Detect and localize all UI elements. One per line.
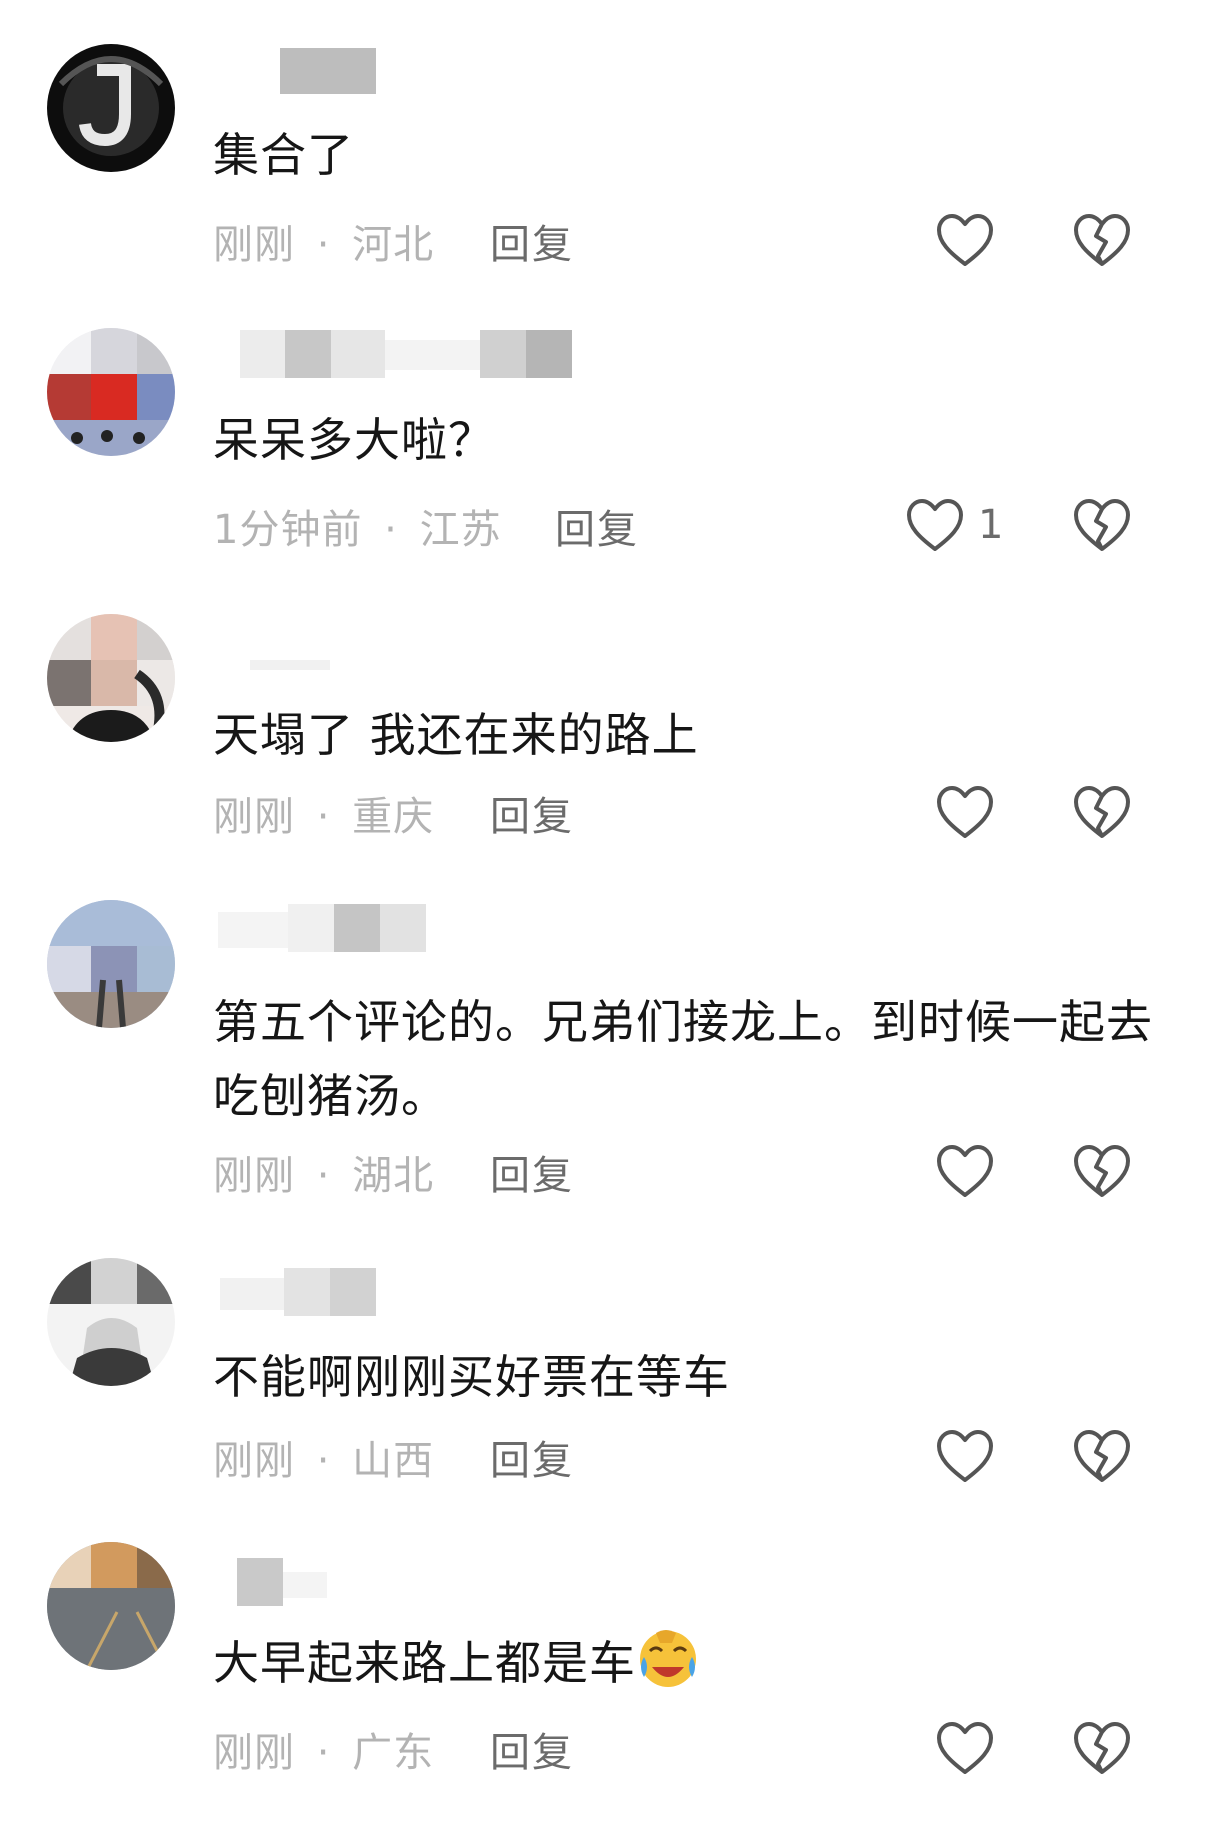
comment-time: 刚刚 <box>213 1730 295 1776</box>
comment-meta: 刚刚 · 山西 <box>213 1428 434 1486</box>
dislike-button[interactable] <box>1072 784 1132 840</box>
reply-button[interactable]: 回复 <box>490 1143 574 1201</box>
comment-text: 集合了 <box>213 128 354 182</box>
separator: · <box>384 507 398 553</box>
comment-location: 广东 <box>352 1730 435 1776</box>
comment-location: 河北 <box>352 222 435 268</box>
separator: · <box>316 1438 331 1484</box>
dislike-button[interactable] <box>1072 1720 1132 1776</box>
avatar[interactable] <box>47 1258 175 1386</box>
avatar-image <box>47 1542 175 1670</box>
dislike-button[interactable] <box>1072 1428 1132 1484</box>
reply-button[interactable]: 回复 <box>490 784 574 842</box>
reply-button[interactable]: 回复 <box>555 497 639 555</box>
dislike-button[interactable] <box>1072 1143 1132 1199</box>
heart-outline-icon <box>937 786 993 838</box>
broken-heart-icon <box>1074 1722 1130 1774</box>
avatar[interactable] <box>47 614 175 742</box>
separator: · <box>316 1730 331 1776</box>
dislike-button[interactable] <box>1072 212 1132 268</box>
comment-location: 重庆 <box>352 794 435 840</box>
comment-time: 刚刚 <box>213 1438 295 1484</box>
separator: · <box>316 1153 331 1199</box>
avatar-image <box>47 900 175 1028</box>
comment-text-content: 大早起来路上都是车 <box>213 1636 636 1690</box>
heart-outline-icon <box>937 1722 993 1774</box>
broken-heart-icon <box>1074 786 1130 838</box>
comment-meta: 刚刚 · 重庆 <box>213 784 434 842</box>
heart-outline-icon <box>907 499 963 551</box>
comment-time: 刚刚 <box>213 1153 295 1199</box>
comment-text: 不能啊刚刚买好票在等车 <box>213 1350 730 1404</box>
comment-location: 江苏 <box>419 507 502 553</box>
broken-heart-icon <box>1074 499 1130 551</box>
avatar[interactable] <box>47 900 175 1028</box>
comment-location: 湖北 <box>352 1153 435 1199</box>
reply-button[interactable]: 回复 <box>490 1428 574 1486</box>
avatar[interactable] <box>47 44 175 172</box>
avatar-image <box>47 1258 175 1386</box>
comment-text: 天塌了 我还在来的路上 <box>213 708 699 762</box>
like-count: 1 <box>978 502 1004 548</box>
heart-outline-icon <box>937 214 993 266</box>
reply-button[interactable]: 回复 <box>490 212 574 270</box>
like-button[interactable] <box>935 1143 995 1199</box>
comment-location: 山西 <box>352 1438 435 1484</box>
like-button[interactable] <box>935 1720 995 1776</box>
comment-time: 1分钟前 <box>213 507 363 553</box>
crying-laughing-emoji-icon <box>640 1630 696 1687</box>
avatar-image <box>47 44 175 172</box>
heart-outline-icon <box>937 1430 993 1482</box>
like-button[interactable] <box>935 784 995 840</box>
like-button[interactable] <box>935 1428 995 1484</box>
avatar-image <box>47 328 175 456</box>
broken-heart-icon <box>1074 214 1130 266</box>
avatar[interactable] <box>47 1542 175 1670</box>
avatar[interactable] <box>47 328 175 456</box>
broken-heart-icon <box>1074 1430 1130 1482</box>
like-button[interactable] <box>905 497 965 553</box>
heart-outline-icon <box>937 1145 993 1197</box>
like-button[interactable] <box>935 212 995 268</box>
comment-meta: 刚刚 · 河北 <box>213 212 434 270</box>
comment-time: 刚刚 <box>213 222 295 268</box>
dislike-button[interactable] <box>1072 497 1132 553</box>
comment-meta: 刚刚 · 湖北 <box>213 1143 434 1201</box>
broken-heart-icon <box>1074 1145 1130 1197</box>
comment-time: 刚刚 <box>213 794 295 840</box>
separator: · <box>316 222 331 268</box>
comment-text: 呆呆多大啦？ <box>213 413 495 467</box>
avatar-image <box>47 614 175 742</box>
comment-text: 第五个评论的。兄弟们接龙上。到时候一起去吃刨猪汤。 <box>213 995 1153 1123</box>
comment-meta: 刚刚 · 广东 <box>213 1720 434 1778</box>
comment-meta: 1分钟前 · 江苏 <box>213 497 502 555</box>
reply-button[interactable]: 回复 <box>490 1720 574 1778</box>
separator: · <box>316 794 331 840</box>
comment-text: 大早起来路上都是车 <box>213 1626 1163 1700</box>
